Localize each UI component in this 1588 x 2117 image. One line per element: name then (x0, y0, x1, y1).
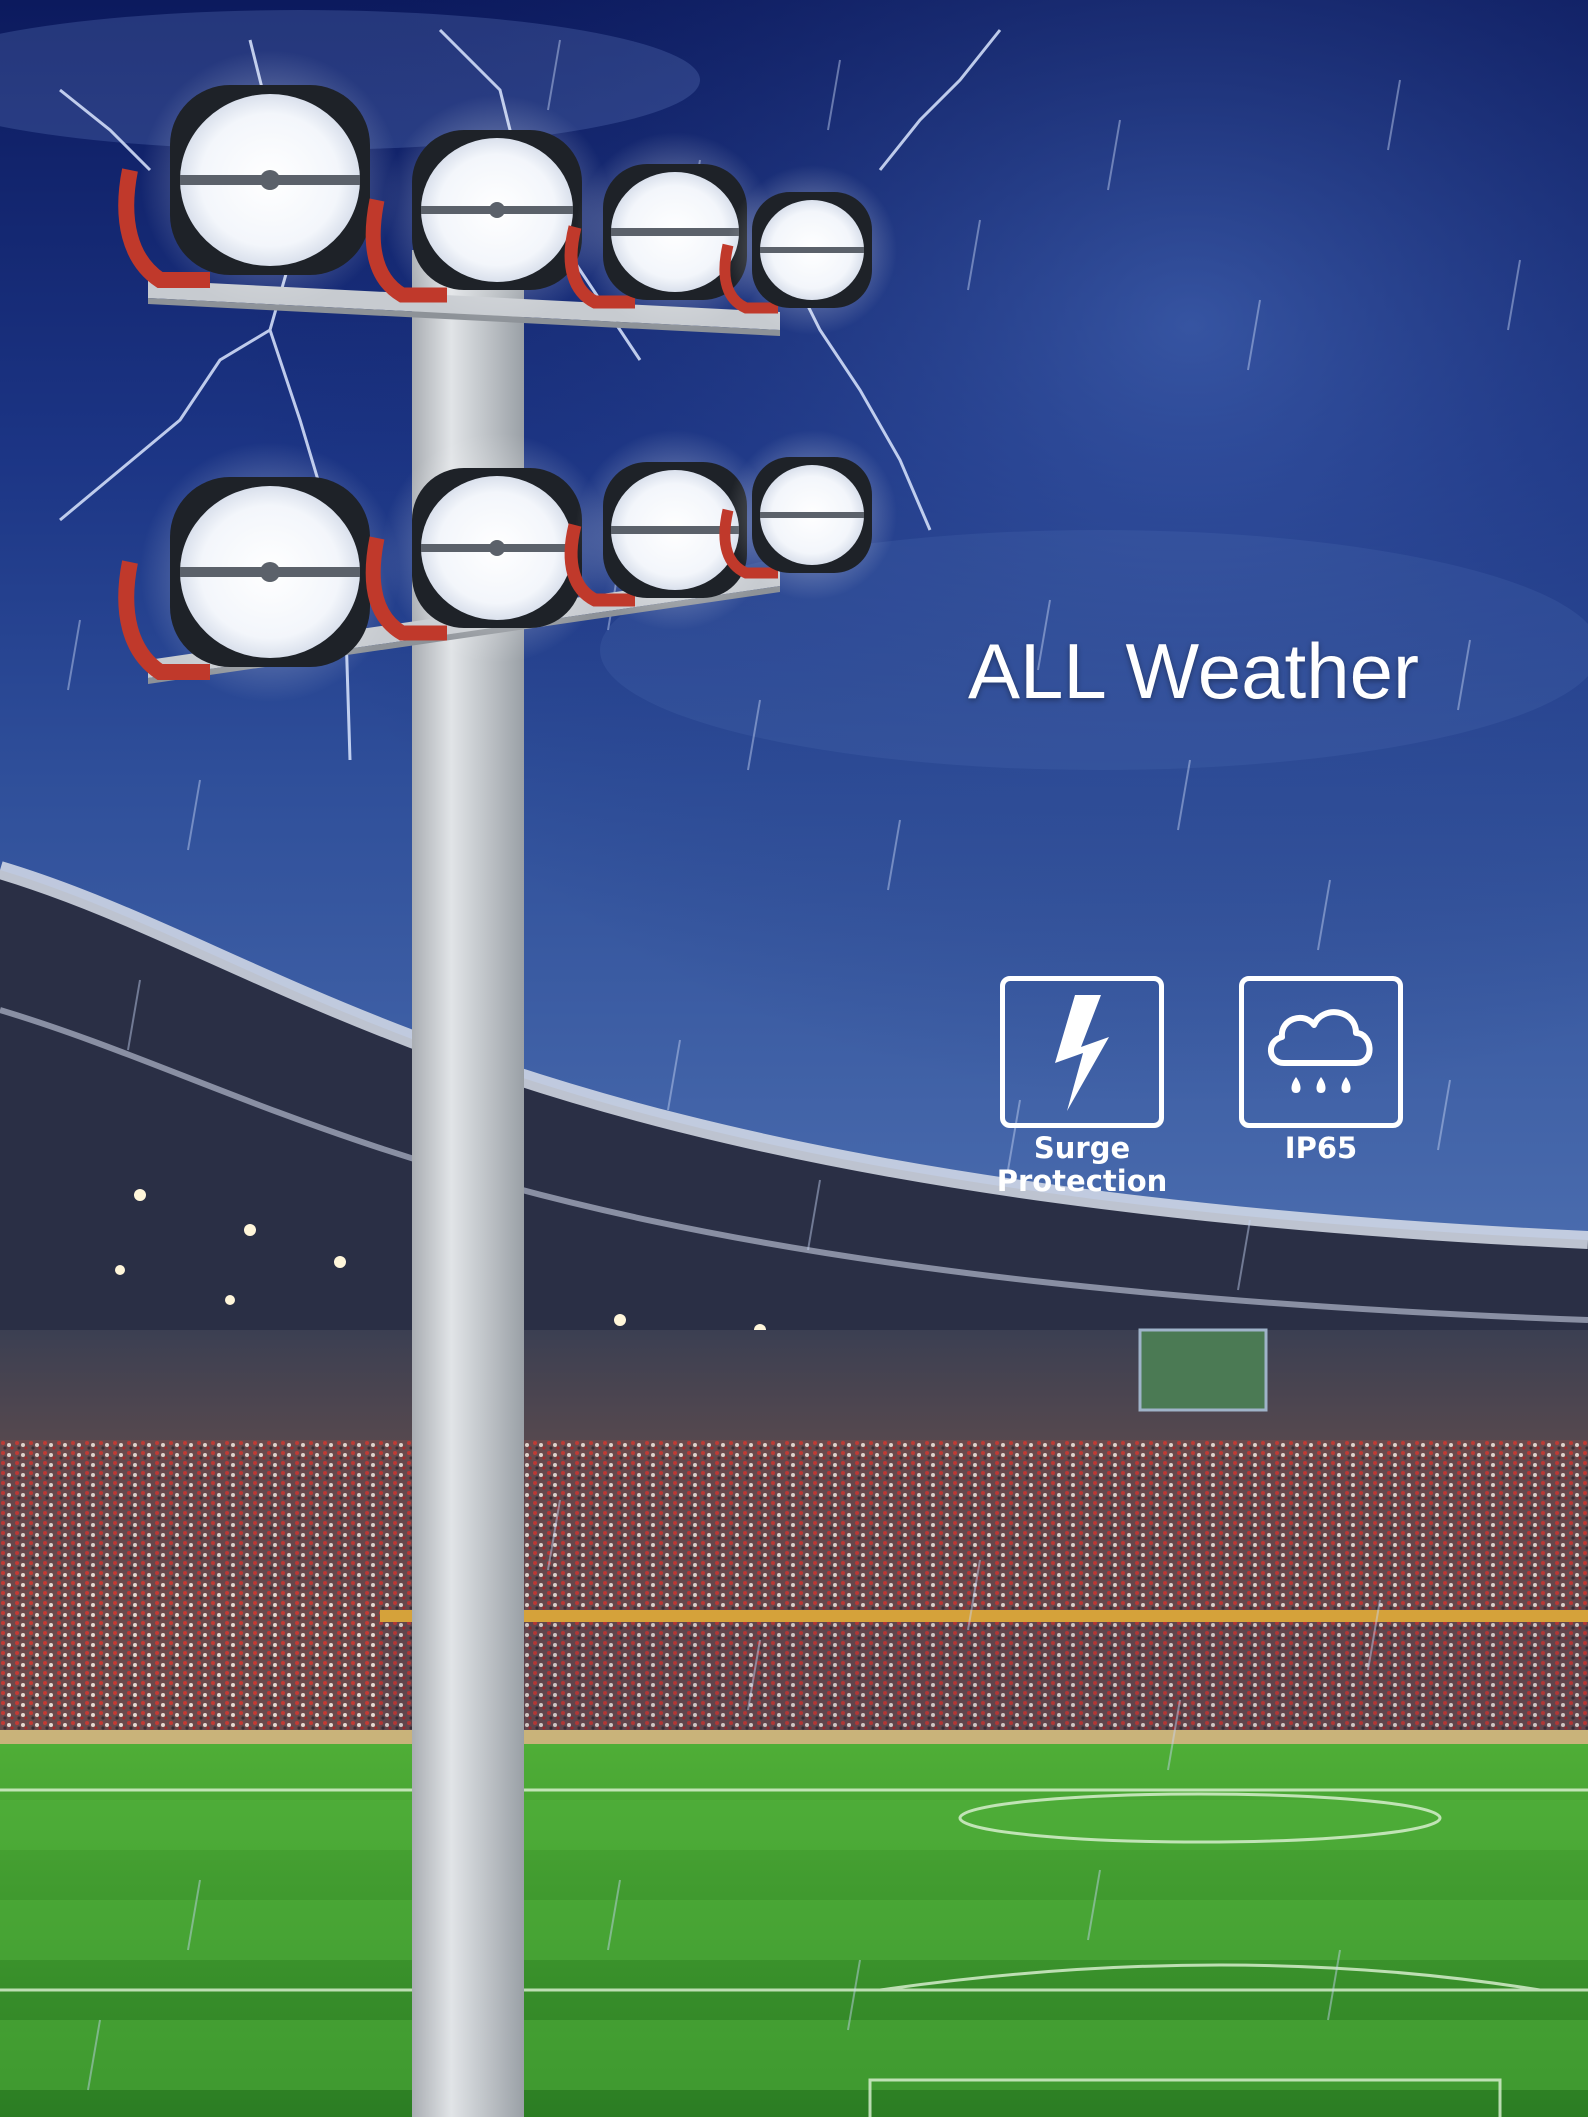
ip65-badge: IP65 (1233, 976, 1409, 1165)
surge-protection-badge: Surge Protection (994, 976, 1170, 1198)
poster: ALL Weather Surge Protection IP65 (0, 0, 1588, 2117)
lightning-bolt-icon (1055, 995, 1109, 1111)
ip65-icon-frame (1239, 976, 1403, 1128)
ip65-label: IP65 (1284, 1131, 1358, 1165)
surge-protection-icon-frame (1000, 976, 1164, 1128)
surge-protection-label: Surge Protection (996, 1131, 1168, 1198)
rain-cloud-icon (1268, 1009, 1373, 1093)
headline: ALL Weather (968, 627, 1419, 715)
